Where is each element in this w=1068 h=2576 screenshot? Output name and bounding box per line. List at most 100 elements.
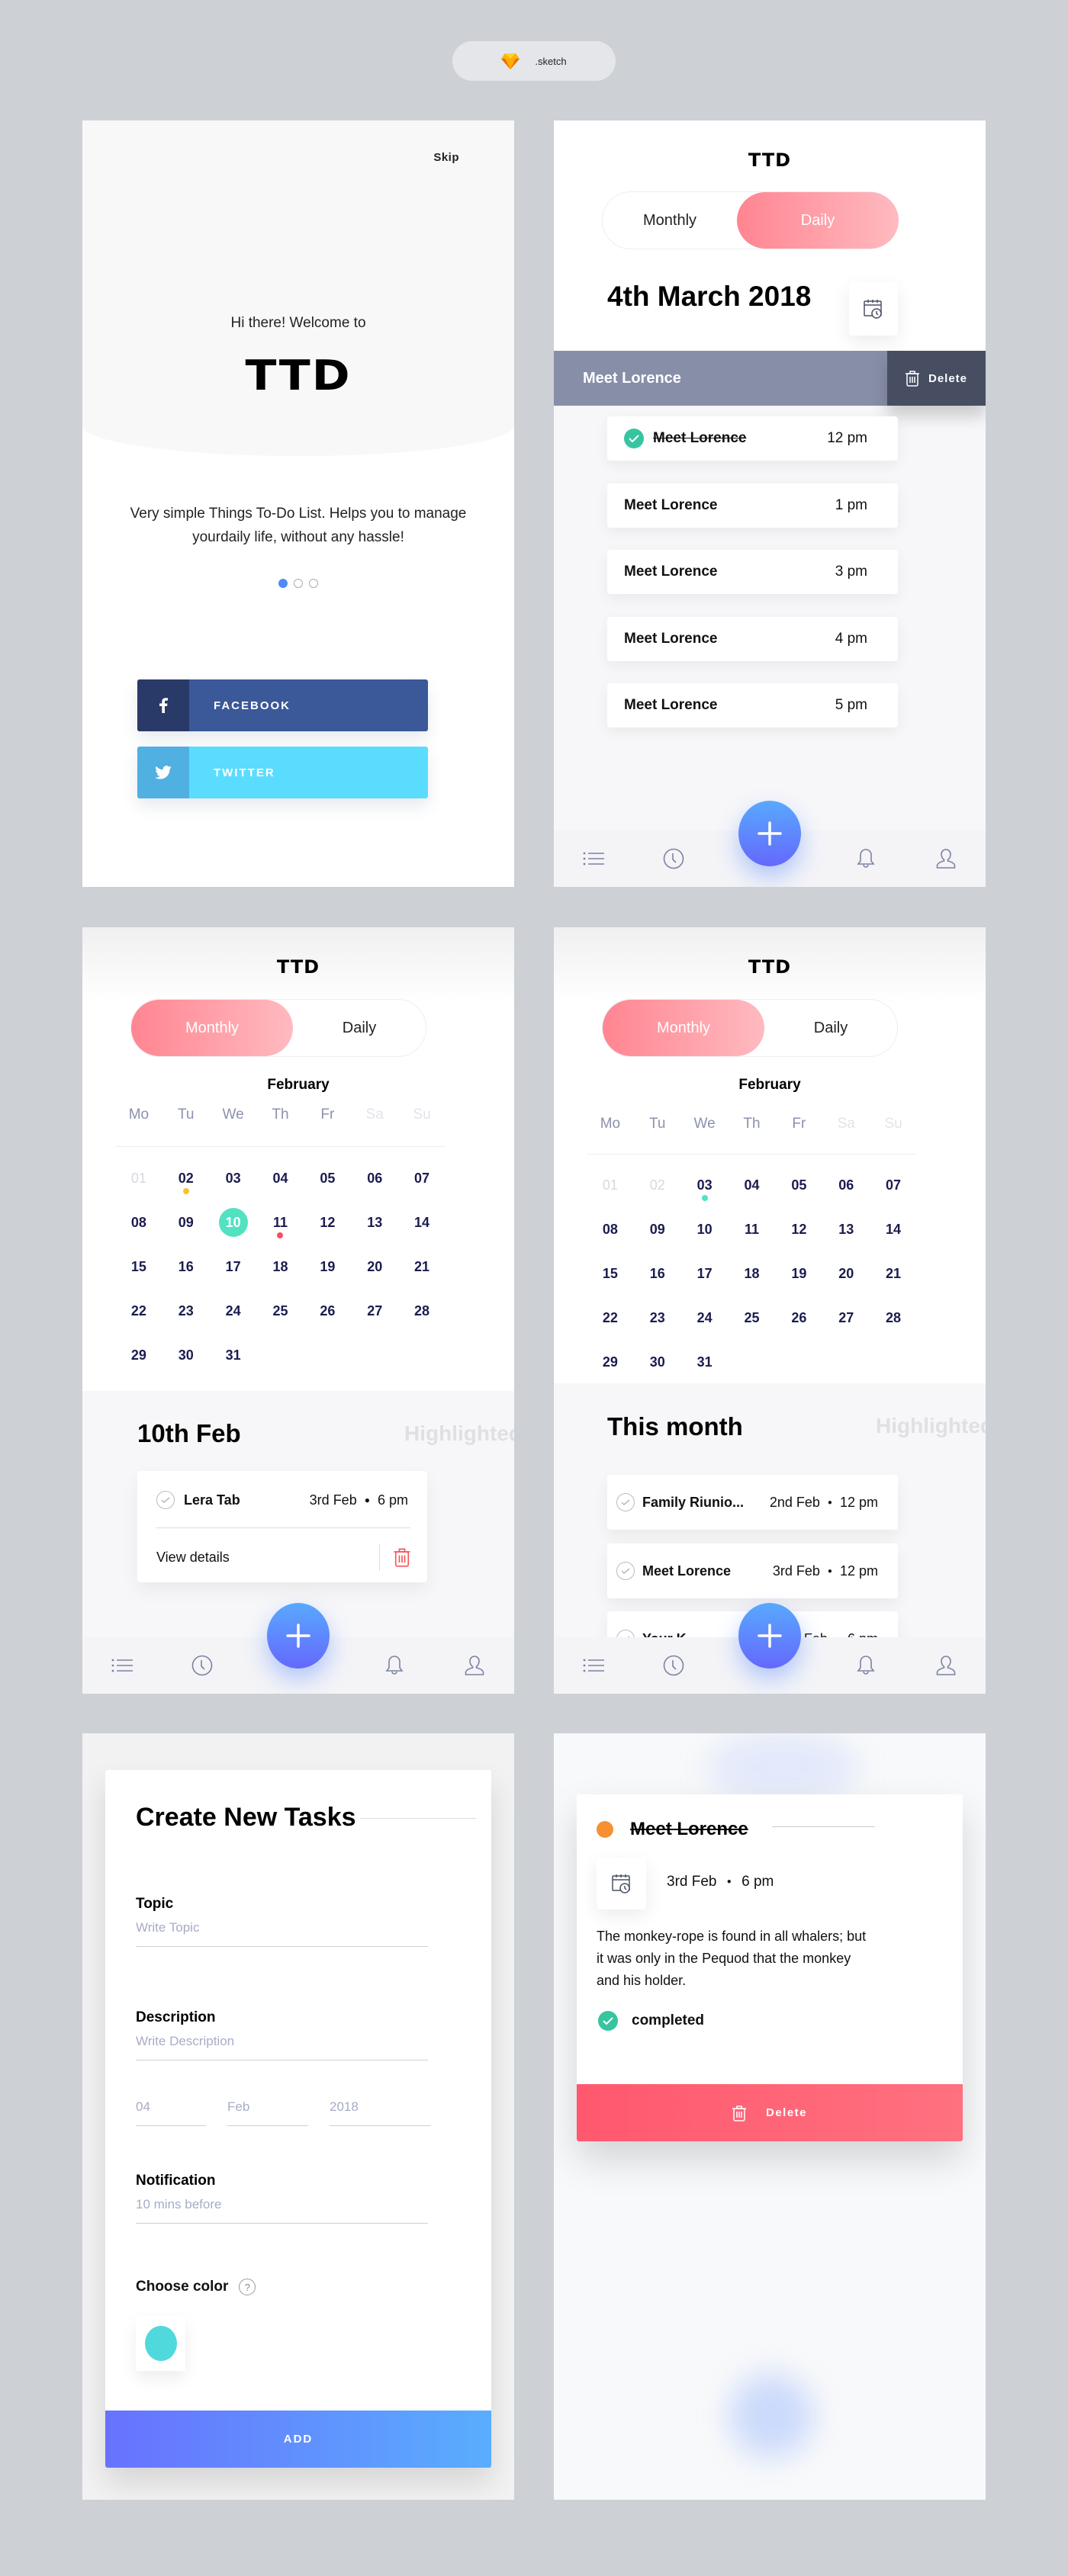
calendar-button[interactable] — [849, 282, 898, 336]
tab-monthly[interactable]: Monthly — [131, 1000, 293, 1056]
add-task-button[interactable] — [738, 801, 801, 866]
calendar-day[interactable]: 04 — [257, 1156, 304, 1200]
day-input[interactable] — [136, 2095, 206, 2126]
calendar-day[interactable]: 14 — [398, 1200, 446, 1245]
tab-history[interactable] — [658, 1650, 689, 1681]
calendar-day[interactable]: 13 — [351, 1200, 398, 1245]
task-time: 6 pm — [741, 1874, 774, 1890]
delete-button[interactable]: Delete — [577, 2084, 963, 2141]
calendar-day[interactable]: 20 — [351, 1245, 398, 1289]
task-item[interactable]: Family Riunio... 2nd Feb ● 12 pm — [607, 1475, 898, 1530]
day-number: 26 — [320, 1302, 336, 1319]
notification-input[interactable] — [136, 2189, 428, 2224]
facebook-login-button[interactable]: FACEBOOK — [137, 679, 428, 731]
tab-profile[interactable] — [931, 1650, 961, 1681]
tab-profile[interactable] — [931, 843, 961, 874]
task-card: Lera Tab 3rd Feb ● 6 pm View details — [137, 1471, 427, 1582]
check-done-icon[interactable] — [598, 2011, 618, 2031]
color-swatch[interactable] — [144, 2326, 177, 2361]
task-time: 3 pm — [835, 564, 867, 580]
tab-list[interactable] — [578, 843, 609, 874]
header-background — [82, 120, 514, 456]
task-item[interactable]: Meet Lorence 1 pm — [607, 483, 898, 528]
add-task-button[interactable] — [267, 1603, 330, 1669]
calendar-day[interactable]: 31 — [210, 1333, 257, 1377]
help-icon[interactable]: ? — [239, 2279, 256, 2295]
check-outline-icon[interactable] — [616, 1562, 635, 1580]
page-dot-3[interactable] — [309, 579, 318, 588]
calendar-day[interactable]: 06 — [351, 1156, 398, 1200]
swipe-delete-button[interactable]: Delete — [887, 351, 986, 406]
calendar-day[interactable]: 26 — [304, 1289, 351, 1333]
calendar-day[interactable]: 09 — [162, 1200, 210, 1245]
calendar-day[interactable]: 03 — [210, 1156, 257, 1200]
user-icon — [465, 1656, 484, 1675]
trash-icon[interactable] — [394, 1547, 410, 1567]
tab-monthly[interactable]: Monthly — [603, 192, 737, 249]
year-input[interactable] — [330, 2095, 431, 2126]
day-number: 22 — [130, 1302, 146, 1319]
tab-profile[interactable] — [459, 1650, 490, 1681]
tab-daily[interactable]: Daily — [737, 192, 899, 249]
calendar-day[interactable]: 22 — [115, 1289, 162, 1333]
check-outline-icon[interactable] — [616, 1630, 635, 1637]
tab-notifications[interactable] — [851, 1650, 881, 1681]
section-title: 10th Feb — [137, 1419, 241, 1447]
calendar-day[interactable]: 27 — [351, 1289, 398, 1333]
calendar-day[interactable]: 08 — [115, 1200, 162, 1245]
add-task-button[interactable] — [738, 1603, 801, 1669]
color-picker[interactable] — [136, 2316, 185, 2371]
calendar-day[interactable]: 05 — [304, 1156, 351, 1200]
tab-notifications[interactable] — [379, 1650, 410, 1681]
page-dot-2[interactable] — [294, 579, 303, 588]
task-item[interactable]: Meet Lorence 4 pm — [607, 617, 898, 661]
tab-list[interactable] — [578, 1650, 609, 1681]
swiped-task-row[interactable]: Meet Lorence Delete — [554, 351, 986, 406]
clock-icon — [191, 1655, 213, 1676]
check-outline-icon[interactable] — [156, 1491, 175, 1509]
check-done-icon[interactable] — [624, 429, 644, 448]
calendar-day[interactable]: 07 — [398, 1156, 446, 1200]
tab-list[interactable] — [107, 1650, 137, 1681]
view-details-link[interactable]: View details — [156, 1550, 379, 1566]
calendar-day[interactable]: 11 — [257, 1200, 304, 1245]
calendar-day[interactable]: 18 — [257, 1245, 304, 1289]
calendar-day[interactable]: 12 — [304, 1200, 351, 1245]
calendar-day[interactable]: 16 — [162, 1245, 210, 1289]
twitter-login-button[interactable]: TWITTER — [137, 747, 428, 798]
plus-icon — [286, 1624, 310, 1648]
task-item[interactable]: Meet Lorence 3rd Feb ● 12 pm — [607, 1543, 898, 1598]
add-button[interactable]: ADD — [105, 2411, 491, 2468]
tab-history[interactable] — [658, 843, 689, 874]
calendar-day[interactable]: 02 — [162, 1156, 210, 1200]
description-input[interactable] — [136, 2026, 428, 2060]
vertical-divider — [379, 1543, 380, 1571]
calendar-day[interactable]: 25 — [257, 1289, 304, 1333]
calendar-day[interactable]: 10 — [210, 1200, 257, 1245]
calendar-day[interactable]: 15 — [115, 1245, 162, 1289]
calendar-day[interactable]: 21 — [398, 1245, 446, 1289]
calendar-day[interactable]: 29 — [115, 1333, 162, 1377]
task-item[interactable]: Meet Lorence 5 pm — [607, 683, 898, 728]
task-item[interactable]: Meet Lorence 3 pm — [607, 550, 898, 594]
calendar-day[interactable]: 19 — [304, 1245, 351, 1289]
tab-history[interactable] — [187, 1650, 217, 1681]
highlighted-tab[interactable]: Highlighted — [404, 1421, 514, 1446]
page-dot-1[interactable] — [278, 579, 288, 588]
calendar-day[interactable]: 23 — [162, 1289, 210, 1333]
calendar-button[interactable] — [597, 1858, 646, 1910]
sketch-diamond-icon — [501, 53, 520, 69]
calendar-day[interactable]: 24 — [210, 1289, 257, 1333]
tab-daily[interactable]: Daily — [293, 1000, 426, 1056]
topic-input[interactable] — [136, 1913, 428, 1947]
calendar-day[interactable]: 30 — [162, 1333, 210, 1377]
task-item[interactable]: Meet Lorence 12 pm — [607, 416, 898, 461]
skip-button[interactable]: Skip — [433, 151, 459, 164]
month-input[interactable] — [227, 2095, 308, 2126]
tab-notifications[interactable] — [851, 843, 881, 874]
calendar-day[interactable]: 17 — [210, 1245, 257, 1289]
day-number: 30 — [178, 1347, 194, 1363]
calendar-day[interactable]: 01 — [115, 1156, 162, 1200]
calendar-day[interactable]: 28 — [398, 1289, 446, 1333]
check-outline-icon[interactable] — [616, 1493, 635, 1511]
